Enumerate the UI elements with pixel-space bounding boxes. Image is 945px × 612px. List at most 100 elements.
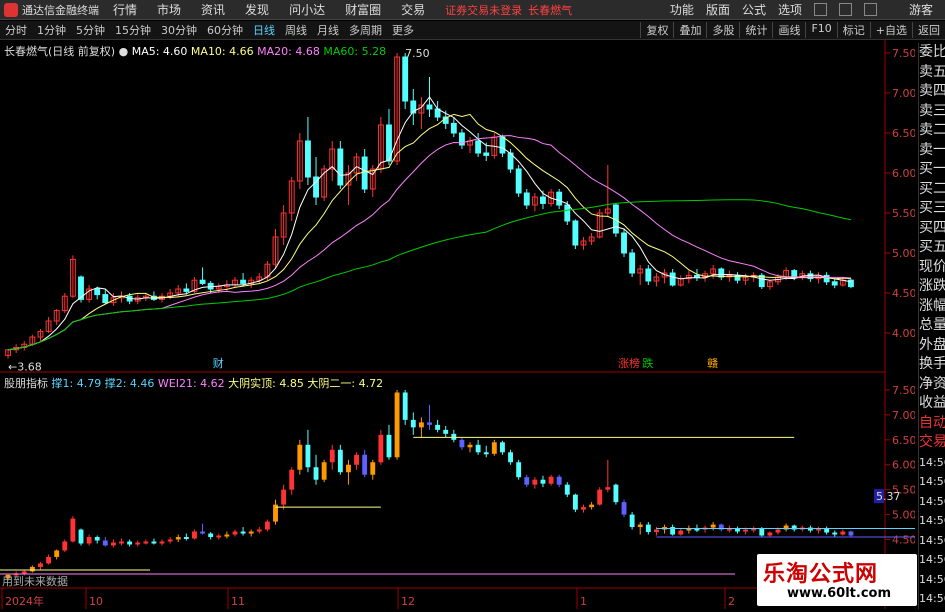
settings-dot-icon[interactable]: ● xyxy=(119,45,129,58)
menu-gongneng[interactable]: 功能 xyxy=(670,1,694,18)
sub-candle-body xyxy=(605,487,611,490)
main-chart-legend: 长春燃气(日线 前复权) ● MA5: 4.60 MA10: 4.66 MA20… xyxy=(4,43,386,59)
main-tick-label-2: 6.50 xyxy=(892,127,915,140)
chart-area[interactable]: 7.50 7.00 6.50 6.00 5.50 5.00 4.50 4.00 7.50 7.00… xyxy=(0,40,917,609)
watermark-text: 乐淘公式网 xyxy=(763,562,879,587)
btn-huaxian[interactable]: 画线 xyxy=(772,22,805,38)
sub-candle-body xyxy=(119,541,124,544)
side-label-28[interactable]: 14:56 xyxy=(919,589,945,609)
side-label-20[interactable]: 交易 xyxy=(919,433,945,453)
sub-candle-body xyxy=(832,532,838,535)
side-label-9[interactable]: 买四 xyxy=(919,219,945,239)
sub-candle-body xyxy=(508,452,513,463)
side-label-5[interactable]: 卖一 xyxy=(919,141,945,161)
btn-biaoji[interactable]: 标记 xyxy=(836,22,870,38)
kline-chart[interactable]: 7.50 7.00 6.50 6.00 5.50 5.00 4.50 4.00 7.50 7.00… xyxy=(0,40,917,609)
side-label-17[interactable]: 净资 xyxy=(919,375,945,395)
login-warning[interactable]: 证券交易未登录 xyxy=(445,2,522,18)
side-label-21[interactable]: 14:56 xyxy=(919,453,945,473)
side-label-14[interactable]: 总量 xyxy=(919,316,945,336)
btn-tongji[interactable]: 统计 xyxy=(739,22,772,38)
candle-body xyxy=(831,281,838,286)
period-fenshi[interactable]: 分时 xyxy=(5,22,27,38)
sub-tick-label-1: 7.00 xyxy=(892,409,915,422)
menu-banmian[interactable]: 版面 xyxy=(706,1,730,18)
side-label-25[interactable]: 14:56 xyxy=(919,531,945,551)
side-label-0[interactable]: 委比 xyxy=(919,43,945,63)
side-label-6[interactable]: 买一 xyxy=(919,160,945,180)
btn-diejia[interactable]: 叠加 xyxy=(673,22,706,38)
candle-body xyxy=(102,294,109,304)
side-label-8[interactable]: 买三 xyxy=(919,199,945,219)
window-minimize-icon[interactable] xyxy=(813,3,827,16)
period-multi[interactable]: 多周期 xyxy=(349,22,382,38)
menu-zixun[interactable]: 资讯 xyxy=(201,1,225,18)
sub-candle-body xyxy=(38,563,43,567)
side-label-24[interactable]: 14:56 xyxy=(919,511,945,531)
menu-caifuquan[interactable]: 财富圈 xyxy=(345,1,381,18)
side-label-15[interactable]: 外盘 xyxy=(919,336,945,356)
candle-body xyxy=(402,56,409,102)
period-60min[interactable]: 60分钟 xyxy=(207,22,243,38)
period-30min[interactable]: 30分钟 xyxy=(161,22,197,38)
side-label-1[interactable]: 卖五 xyxy=(919,63,945,83)
sub-candle-body xyxy=(167,539,173,542)
side-label-26[interactable]: 14:56 xyxy=(919,550,945,570)
sub-candle-body xyxy=(329,449,335,463)
side-label-3[interactable]: 卖三 xyxy=(919,102,945,122)
side-label-27[interactable]: 14:56 xyxy=(919,570,945,590)
period-monthly[interactable]: 月线 xyxy=(317,22,339,38)
sub-candle-body xyxy=(848,531,854,536)
candle-body xyxy=(183,288,190,292)
btn-add-favorite[interactable]: +自选 xyxy=(869,22,912,38)
side-label-7[interactable]: 买二 xyxy=(919,180,945,200)
sub-candle-body xyxy=(581,507,586,510)
menu-gongshi[interactable]: 公式 xyxy=(742,1,766,18)
menu-xuanxiang[interactable]: 选项 xyxy=(778,1,802,18)
period-more[interactable]: 更多 xyxy=(392,22,414,38)
title-bar: 通达信金融终端 行情 市场 资讯 发现 问小达 财富圈 交易 证券交易未登录 长… xyxy=(0,0,945,20)
event-marker-3: 赣 xyxy=(707,356,718,370)
sub-candle-body xyxy=(556,476,562,485)
main-chart-title: 长春燃气(日线 前复权) xyxy=(4,45,116,58)
candle-body xyxy=(499,136,506,154)
side-label-2[interactable]: 卖四 xyxy=(919,82,945,102)
candle-body xyxy=(240,279,247,284)
period-daily[interactable]: 日线 xyxy=(253,22,275,38)
side-label-4[interactable]: 卖二 xyxy=(919,121,945,141)
period-5min[interactable]: 5分钟 xyxy=(76,22,105,38)
side-label-12[interactable]: 涨跌 xyxy=(919,277,945,297)
candle-body xyxy=(645,268,652,282)
guest-user[interactable]: 游客 xyxy=(909,1,933,18)
menu-shichang[interactable]: 市场 xyxy=(157,1,181,18)
menu-wenxiaoda[interactable]: 问小达 xyxy=(289,1,325,18)
sub-chart-title: 股朋指标 xyxy=(4,377,48,390)
main-tick-label-1: 7.00 xyxy=(892,87,915,100)
side-label-10[interactable]: 买五 xyxy=(919,238,945,258)
period-1min[interactable]: 1分钟 xyxy=(37,22,66,38)
side-label-19[interactable]: 自动 xyxy=(919,414,945,434)
menu-faxian[interactable]: 发现 xyxy=(245,1,269,18)
side-label-23[interactable]: 14:56 xyxy=(919,492,945,512)
sub-price-marker: 5.37 xyxy=(876,490,901,503)
menu-hangqing[interactable]: 行情 xyxy=(113,1,137,18)
btn-f10[interactable]: F10 xyxy=(805,22,836,38)
btn-duogu[interactable]: 多股 xyxy=(706,22,739,38)
side-label-18[interactable]: 收益 xyxy=(919,394,945,414)
side-label-22[interactable]: 14:56 xyxy=(919,472,945,492)
period-weekly[interactable]: 周线 xyxy=(285,22,307,38)
period-15min[interactable]: 15分钟 xyxy=(115,22,151,38)
side-label-13[interactable]: 涨幅 xyxy=(919,297,945,317)
sub-candle-body xyxy=(362,454,368,475)
btn-back[interactable]: 返回 xyxy=(912,22,945,38)
window-restore-icon[interactable] xyxy=(838,3,852,16)
app-logo-icon xyxy=(4,2,18,17)
side-label-16[interactable]: 换手 xyxy=(919,355,945,375)
low-price-label: ←3.68 xyxy=(8,361,42,374)
menu-jiaoyi[interactable]: 交易 xyxy=(401,1,425,18)
btn-fuquan[interactable]: 复权 xyxy=(640,22,673,38)
window-close-icon[interactable] xyxy=(863,3,877,16)
sub-candle-body xyxy=(743,529,749,532)
ma60-label: MA60: 5.28 xyxy=(323,45,387,58)
side-label-11[interactable]: 现价 xyxy=(919,258,945,278)
